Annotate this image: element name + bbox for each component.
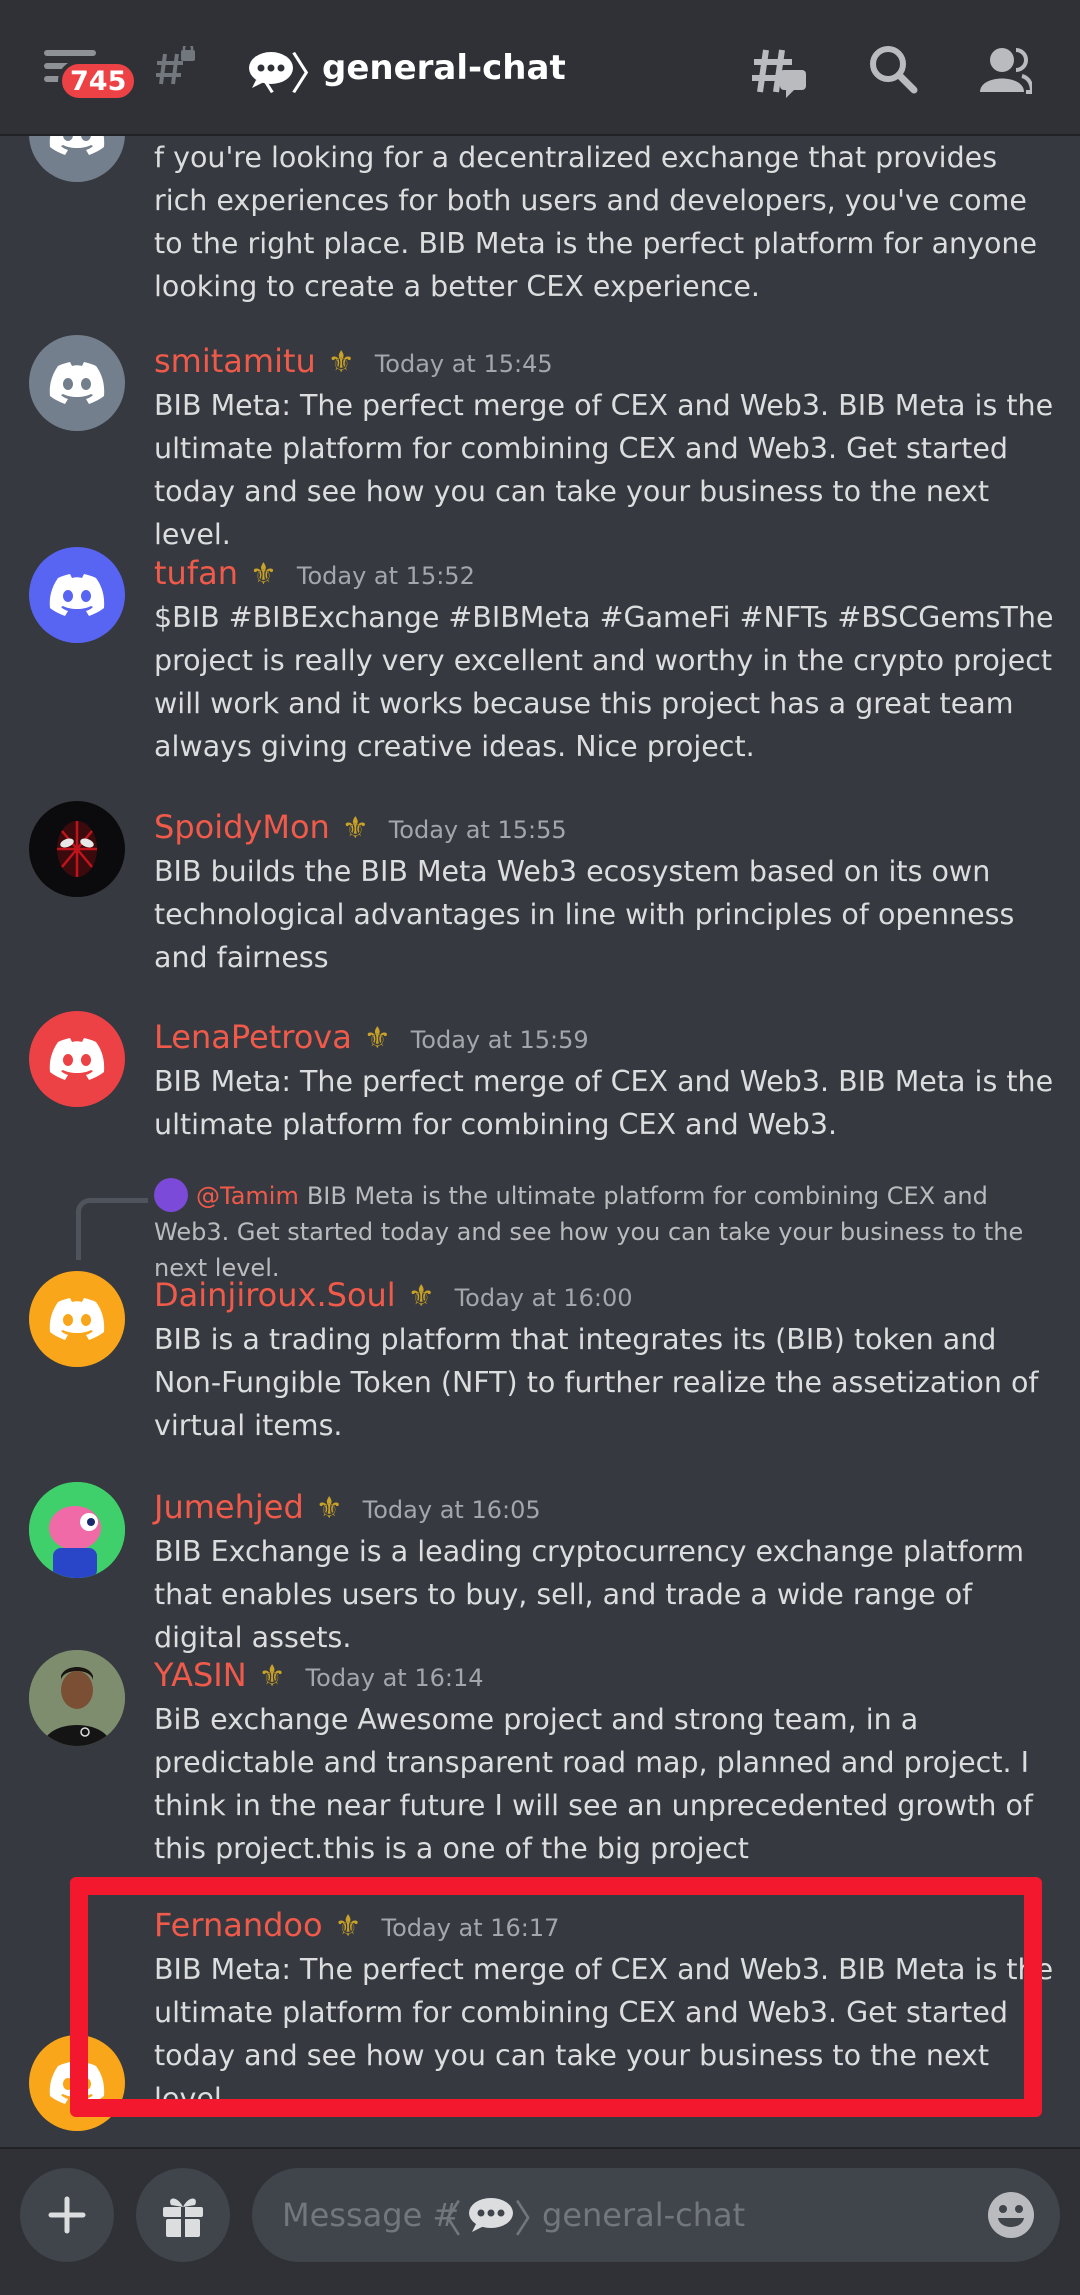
message-header: Dainjiroux.Soul ⚜ Today at 16:00 [154, 1276, 633, 1314]
fleur-de-lis-icon: ⚜ [249, 557, 277, 592]
fleur-de-lis-icon: ⚜ [341, 811, 369, 846]
discord-app: 745 〈 〉 general-chat [0, 0, 1080, 2295]
highlight-annotation [70, 1877, 1042, 2117]
reply-preview[interactable]: @Tamim BIB Meta is the ultimate platform … [154, 1178, 1054, 1286]
timestamp: Today at 15:55 [388, 816, 567, 844]
avatar[interactable] [29, 547, 125, 643]
message-text: BIB Exchange is a leading cryptocurrency… [154, 1535, 1025, 1654]
spider-avatar-icon [57, 821, 97, 877]
message-text: BIB Meta: The perfect merge of CEX and W… [154, 389, 1054, 551]
fleur-de-lis-icon: ⚜ [258, 1659, 286, 1694]
username[interactable]: Dainjiroux.Soul [154, 1276, 396, 1314]
username[interactable]: LenaPetrova [154, 1018, 352, 1056]
timestamp: Today at 15:59 [410, 1026, 589, 1054]
chat-bubble-icon [249, 52, 293, 88]
message-header: SpoidyMon ⚜ Today at 15:55 [154, 808, 567, 846]
photo-avatar-icon [29, 1650, 125, 1746]
message-header: smitamitu ⚜ Today at 15:45 [154, 342, 553, 380]
discord-logo-icon [49, 1038, 105, 1080]
composer-bar: Message # 〈 〉 general-chat [0, 2147, 1080, 2295]
discord-logo-icon [49, 574, 105, 616]
reply-avatar [154, 1178, 188, 1212]
username[interactable]: tufan [154, 554, 238, 592]
message-header: tufan ⚜ Today at 15:52 [154, 554, 475, 592]
timestamp: Today at 16:14 [305, 1664, 484, 1692]
fleur-de-lis-icon: ⚜ [407, 1279, 435, 1314]
timestamp: Today at 16:00 [454, 1284, 633, 1312]
message-header: Jumehjed ⚜ Today at 16:05 [154, 1488, 541, 1526]
plus-icon [48, 2196, 86, 2234]
bracket-left: 〈 [424, 2196, 463, 2241]
avatar[interactable] [29, 1650, 125, 1746]
message-header: YASIN ⚜ Today at 16:14 [154, 1656, 484, 1694]
username[interactable]: SpoidyMon [154, 808, 330, 846]
avatar[interactable] [29, 1271, 125, 1367]
username[interactable]: Jumehjed [154, 1488, 304, 1526]
username[interactable]: smitamitu [154, 342, 316, 380]
avatar[interactable] [29, 1011, 125, 1107]
avatar[interactable] [29, 801, 125, 897]
character-avatar-icon [29, 1482, 125, 1578]
timestamp: Today at 15:52 [296, 562, 475, 590]
gift-icon [163, 2198, 203, 2237]
fleur-de-lis-icon: ⚜ [315, 1491, 343, 1526]
emoji-icon[interactable] [986, 2190, 1036, 2240]
threads-icon[interactable] [752, 44, 808, 100]
message-text: $BIB #BIBExchange #BIBMeta #GameFi #NFTs… [154, 601, 1054, 763]
avatar[interactable] [29, 1482, 125, 1578]
message-header: LenaPetrova ⚜ Today at 15:59 [154, 1018, 589, 1056]
hashtag-lock-icon [156, 46, 195, 85]
members-icon[interactable] [980, 46, 1032, 94]
fleur-de-lis-icon: ⚜ [363, 1021, 391, 1056]
discord-logo-icon [49, 1298, 105, 1340]
placeholder-channel: general-chat [542, 2196, 746, 2234]
message-input[interactable]: Message # 〈 〉 general-chat [252, 2168, 1060, 2262]
gift-button[interactable] [136, 2168, 230, 2262]
reply-connector [76, 1198, 148, 1260]
reply-username[interactable]: @Tamim [196, 1182, 299, 1210]
message-text: BIB builds the BIB Meta Web3 ecosystem b… [154, 855, 1015, 974]
message-text: BIB Meta: The perfect merge of CEX and W… [154, 1065, 1054, 1141]
message-text: f you're looking for a decentralized exc… [154, 141, 1038, 303]
message-text: BiB exchange Awesome project and strong … [154, 1703, 1033, 1865]
channel-title[interactable]: general-chat [322, 48, 566, 88]
discord-logo-icon [49, 362, 105, 404]
username[interactable]: YASIN [154, 1656, 247, 1694]
timestamp: Today at 16:05 [362, 1496, 541, 1524]
channel-header: 745 〈 〉 general-chat [0, 0, 1080, 136]
notification-badge: 745 [58, 60, 139, 102]
message-list[interactable]: f you're looking for a decentralized exc… [0, 86, 1080, 2146]
add-attachment-button[interactable] [20, 2168, 114, 2262]
chat-bubble-icon [469, 2198, 513, 2232]
search-icon[interactable] [868, 44, 918, 94]
avatar[interactable] [29, 335, 125, 431]
fleur-de-lis-icon: ⚜ [327, 345, 355, 380]
timestamp: Today at 15:45 [374, 350, 553, 378]
message-text: BIB is a trading platform that integrate… [154, 1323, 1039, 1442]
